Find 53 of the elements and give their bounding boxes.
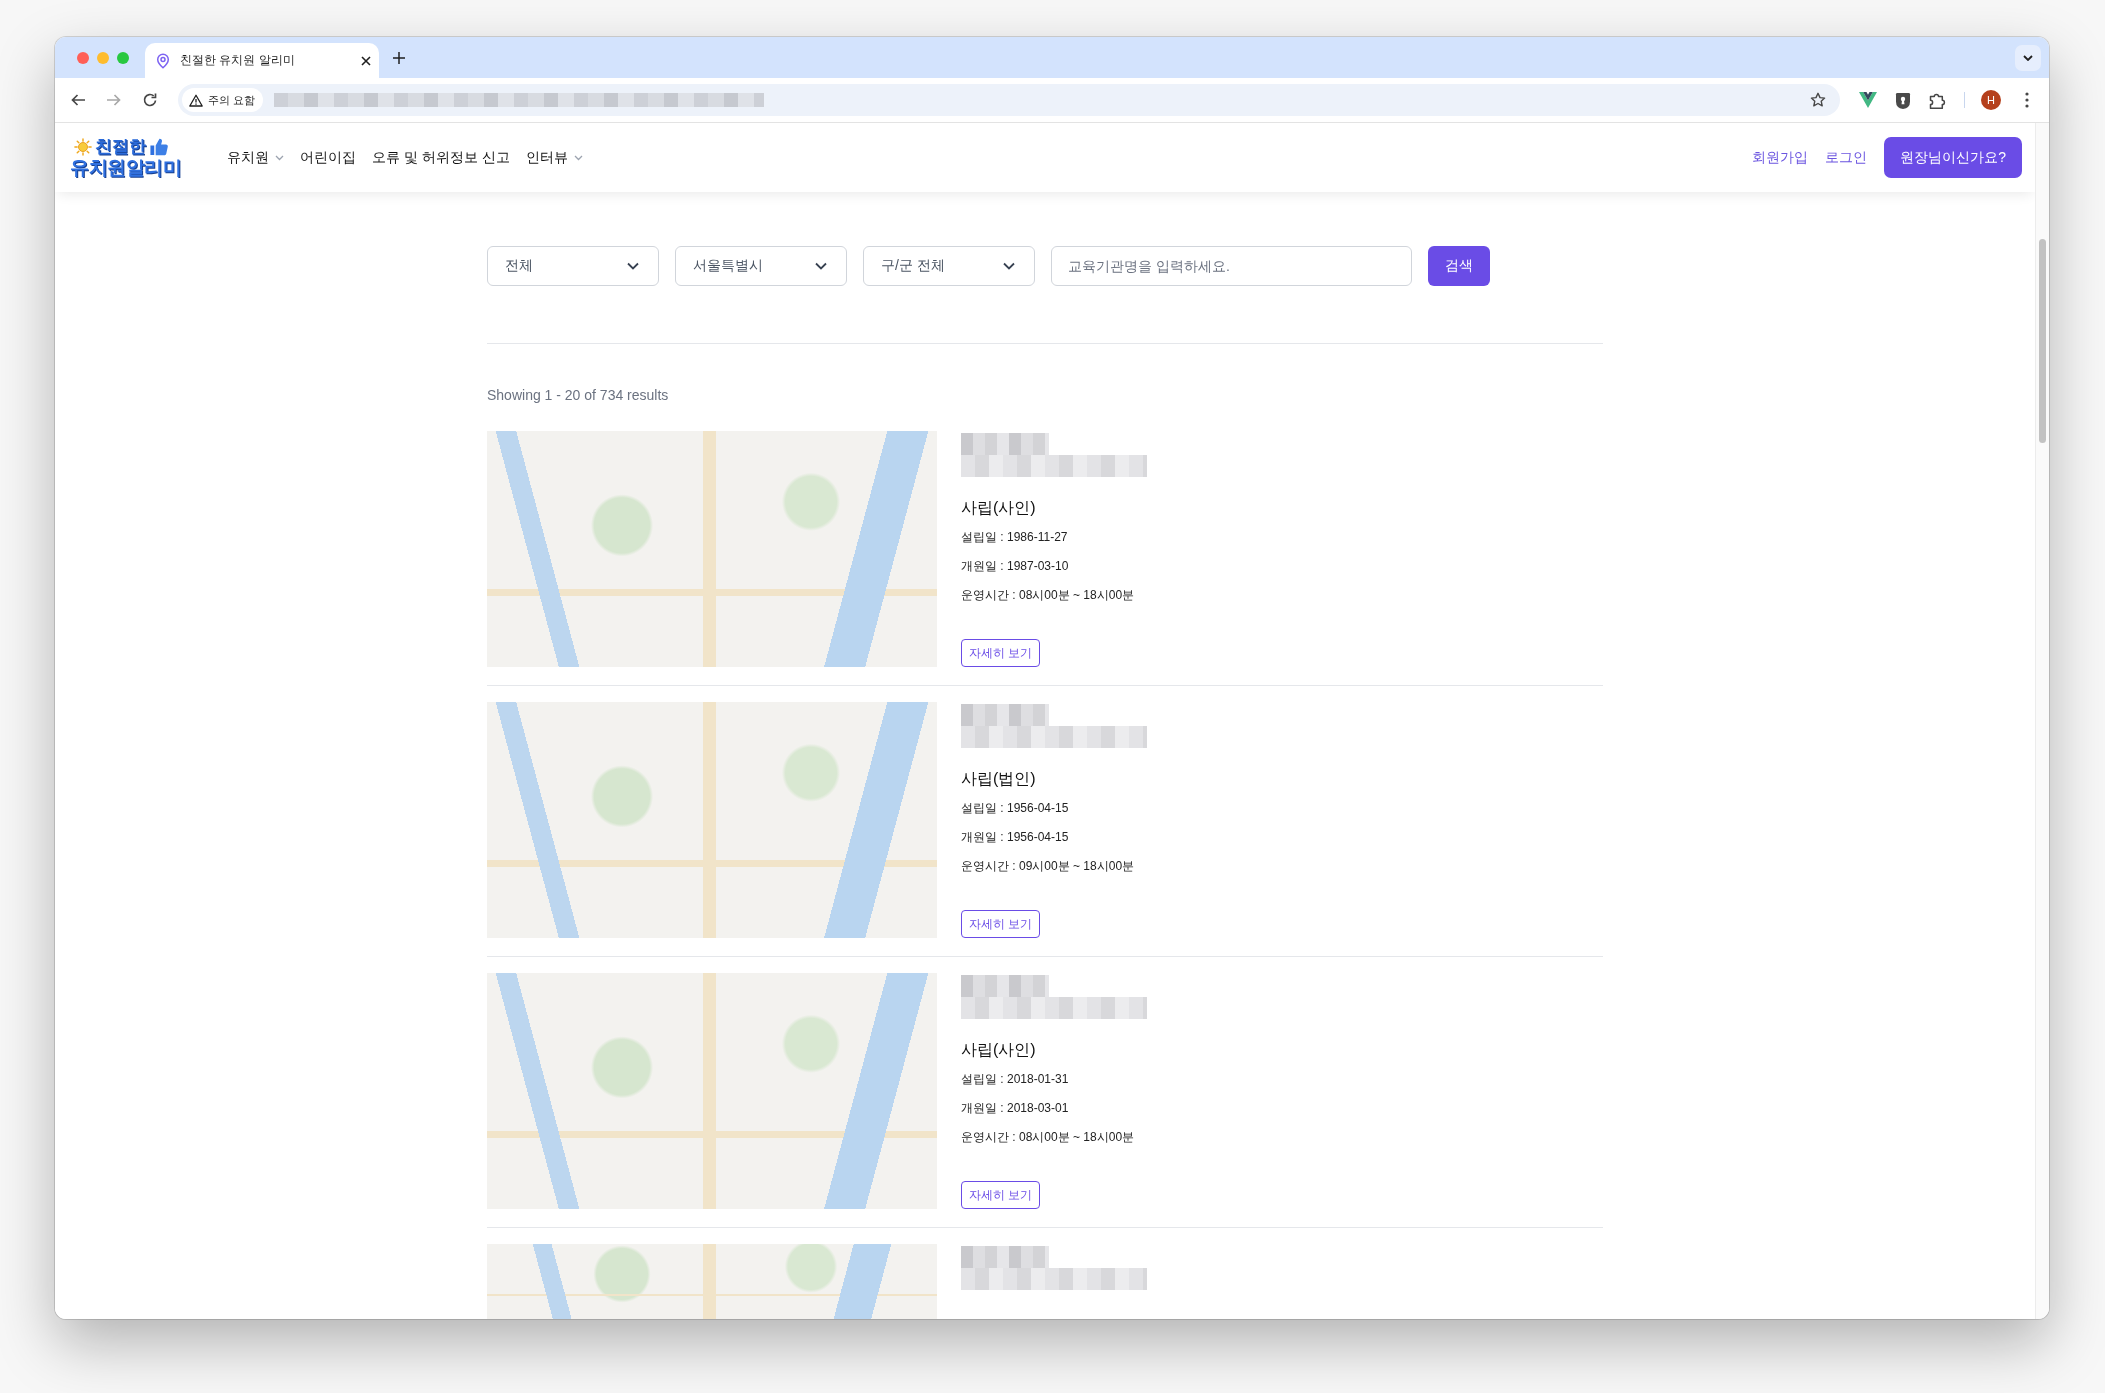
plus-icon[interactable] (393, 51, 405, 64)
operating-hours: 운영시간 : 08시00분 ~ 18시00분 (961, 1129, 1135, 1145)
tab-list-button[interactable] (2015, 44, 2041, 71)
search-button[interactable]: 검색 (1428, 246, 1490, 286)
details-button[interactable]: 자세히 보기 (961, 1181, 1041, 1209)
founding-date: 설립일 : 1986-11-27 (961, 529, 1068, 545)
security-chip[interactable]: 주의 요함 (182, 88, 264, 112)
logo-text: 유치원알리미 (70, 156, 182, 179)
dropdown-select[interactable]: 서울특별시 (675, 246, 847, 286)
star-icon[interactable] (1810, 92, 1826, 108)
opening-date: 개원일 : 1987-03-10 (961, 558, 1069, 574)
thumbs-up-icon (149, 136, 169, 157)
operating-hours: 운영시간 : 09시00분 ~ 18시00분 (961, 858, 1135, 874)
facility-type: 사립(사인) (961, 498, 1036, 518)
facility-type: 사립(법인) (961, 769, 1036, 789)
chevron-down-icon (627, 262, 639, 270)
shield-icon[interactable] (1895, 91, 1911, 109)
puzzle-icon[interactable] (1929, 91, 1946, 109)
nav-menu-item[interactable]: 오류 및 허위정보 신고 (372, 148, 510, 167)
founding-date: 설립일 : 1956-04-15 (961, 800, 1069, 816)
nav-menu-item[interactable]: 유치원 (227, 148, 284, 167)
logo-text: 친절한 (95, 136, 146, 157)
nav-link[interactable]: 회원가입 (1752, 148, 1809, 167)
details-button[interactable]: 자세히 보기 (961, 910, 1041, 938)
opening-date: 개원일 : 2018-03-01 (961, 1100, 1069, 1116)
cta-button[interactable]: 원장님이신가요? (1884, 137, 2022, 178)
map-pin-icon (155, 52, 171, 69)
dropdown-select[interactable]: 전체 (487, 246, 659, 286)
back-arrow-icon[interactable] (70, 92, 86, 108)
nav-menu-item[interactable]: 인터뷰 (525, 148, 583, 167)
chevron-down-icon (1003, 262, 1015, 270)
chevron-down-icon (815, 262, 827, 270)
nav-link[interactable]: 로그인 (1825, 148, 1868, 167)
kebab-menu-icon[interactable] (2025, 92, 2029, 108)
dropdown-select[interactable]: 구/군 전체 (863, 246, 1035, 286)
close-icon[interactable] (361, 55, 371, 66)
profile-avatar[interactable]: H (1981, 90, 2001, 110)
facility-type: 사립(사인) (961, 1040, 1036, 1060)
sun-icon (74, 137, 92, 156)
address-bar[interactable]: 주의 요함 (178, 84, 1840, 116)
search-field[interactable]: 교육기관명을 입력하세요. (1051, 246, 1412, 286)
results-summary: Showing 1 - 20 of 734 results (487, 386, 670, 405)
nav-menu-item[interactable]: 어린이집 (300, 148, 356, 167)
chevron-down-icon (2023, 54, 2033, 61)
operating-hours: 운영시간 : 08시00분 ~ 18시00분 (961, 587, 1135, 603)
reload-icon[interactable] (142, 92, 158, 108)
founding-date: 설립일 : 2018-01-31 (961, 1071, 1069, 1087)
browser-tab[interactable]: 친절한 유치원 알리미 (145, 43, 379, 78)
details-button[interactable]: 자세히 보기 (961, 639, 1041, 667)
scrollbar-thumb[interactable] (2039, 239, 2046, 443)
warning-icon (189, 93, 203, 107)
opening-date: 개원일 : 1956-04-15 (961, 829, 1069, 845)
v-logo-icon[interactable] (1859, 92, 1877, 108)
